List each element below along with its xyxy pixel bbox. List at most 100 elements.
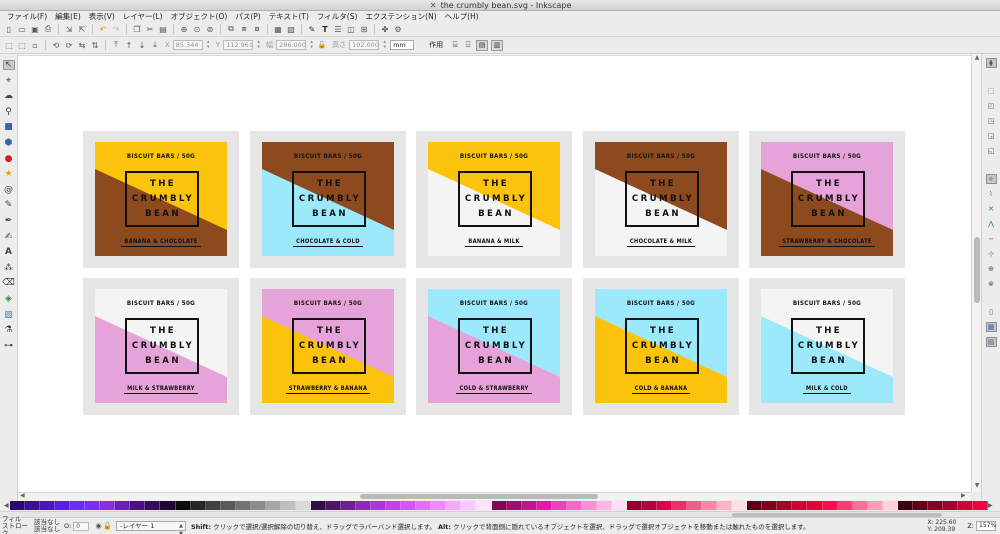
palette-swatch[interactable]	[85, 501, 101, 510]
label-design-tile[interactable]: BISCUIT BARS / 50G THE CRUMBLY BEAN CHOCOLAT…	[583, 131, 739, 268]
palette-swatch[interactable]	[431, 501, 447, 510]
palette-swatch[interactable]	[190, 501, 206, 510]
menu-filters[interactable]: フィルタ(S)	[313, 11, 361, 22]
palette-swatch[interactable]	[973, 501, 989, 510]
palette-swatch[interactable]	[10, 501, 26, 510]
palette-swatch[interactable]	[386, 501, 402, 510]
palette-swatch[interactable]	[371, 501, 387, 510]
palette-swatch[interactable]	[220, 501, 236, 510]
gradient-tool-icon[interactable]: ▨	[3, 310, 15, 320]
vertical-scrollbar[interactable]: ▲ ▼	[971, 54, 981, 492]
palette-swatch[interactable]	[175, 501, 191, 510]
layers-icon[interactable]: ☰	[333, 24, 343, 34]
palette-swatch[interactable]	[912, 501, 928, 510]
palette-swatch[interactable]	[325, 501, 342, 510]
palette-swatch[interactable]	[341, 501, 357, 510]
palette-swatch[interactable]	[250, 501, 266, 510]
lower-icon[interactable]: ↓	[137, 40, 147, 50]
label-design-tile[interactable]: BISCUIT BARS / 50G THE CRUMBLY BEAN COLD & S…	[416, 278, 572, 415]
label-design-tile[interactable]: BISCUIT BARS / 50G THE CRUMBLY BEAN BANANA &…	[83, 131, 239, 268]
palette-swatch[interactable]	[356, 501, 372, 510]
height-field[interactable]: 102.000	[349, 40, 380, 50]
vertical-scroll-thumb[interactable]	[974, 237, 980, 303]
palette-swatch[interactable]	[130, 501, 146, 510]
snap-bbox-center-icon[interactable]: ◱	[986, 146, 997, 156]
palette-swatch[interactable]	[777, 501, 793, 510]
ellipse-tool-icon[interactable]: ●	[3, 154, 15, 164]
snap-page-border-icon[interactable]: ▯	[986, 307, 997, 317]
fill-stroke-icon[interactable]: ✎	[307, 24, 317, 34]
drawing-canvas[interactable]: BISCUIT BARS / 50G THE CRUMBLY BEAN BANANA &…	[18, 56, 971, 492]
zoom-tool-icon[interactable]: ⚲	[3, 107, 15, 117]
snap-grid-icon[interactable]: ▦	[985, 322, 997, 332]
ungroup-icon[interactable]: ▧	[286, 24, 296, 34]
snap-bbox-corner-icon[interactable]: ◳	[986, 116, 997, 126]
import-icon[interactable]: ⇲	[64, 24, 74, 34]
calligraphy-tool-icon[interactable]: ✍	[3, 232, 15, 242]
undo-icon[interactable]: ↶	[98, 24, 108, 34]
scale-corners-icon[interactable]: ⌹	[463, 40, 473, 50]
snap-smooth-icon[interactable]: ∽	[986, 234, 997, 244]
x-spinner-icon[interactable]: ▴ ▾	[206, 40, 211, 50]
snap-bbox-edge-icon[interactable]: ◰	[986, 101, 997, 111]
paint-bucket-tool-icon[interactable]: ◈	[3, 294, 15, 304]
palette-swatch[interactable]	[145, 501, 161, 510]
palette-swatch[interactable]	[265, 501, 281, 510]
width-field[interactable]: 286.000	[276, 40, 307, 50]
palette-swatch[interactable]	[596, 501, 612, 510]
paste-icon[interactable]: ▤	[158, 24, 168, 34]
width-spinner-icon[interactable]: ▴ ▾	[309, 40, 314, 50]
flip-vertical-icon[interactable]: ⇅	[90, 40, 100, 50]
flip-horizontal-icon[interactable]: ⇆	[77, 40, 87, 50]
raise-to-top-icon[interactable]: ⤒	[111, 40, 121, 50]
spiral-tool-icon[interactable]: @	[3, 185, 15, 195]
deselect-icon[interactable]: ▫	[30, 40, 40, 50]
rotate-cw-icon[interactable]: ⟳	[64, 40, 74, 50]
menu-extensions[interactable]: エクステンション(N)	[361, 11, 440, 22]
palette-swatch[interactable]	[566, 501, 582, 510]
horizontal-scroll-thumb[interactable]	[360, 494, 598, 499]
zoom-selection-icon[interactable]: ⊕	[179, 24, 189, 34]
layer-visibility-icon[interactable]: ◉	[94, 522, 103, 530]
duplicate-icon[interactable]: ⧉	[226, 24, 236, 34]
unit-select[interactable]: mm	[390, 40, 415, 50]
palette-swatch[interactable]	[506, 501, 522, 510]
snap-center-icon[interactable]: ⊕	[986, 264, 997, 274]
3d-box-tool-icon[interactable]: ⬢	[3, 138, 15, 148]
palette-swatch[interactable]	[205, 501, 221, 510]
palette-swatch[interactable]	[957, 501, 973, 510]
menu-file[interactable]: ファイル(F)	[3, 11, 51, 22]
select-all-layers-icon[interactable]: ⬚	[17, 40, 27, 50]
preferences-icon[interactable]: ⚙	[393, 24, 403, 34]
palette-swatch[interactable]	[476, 501, 492, 510]
palette-swatch[interactable]	[867, 501, 883, 510]
current-layer-select[interactable]: -レイヤー 1 ▲ ▼	[116, 521, 186, 534]
snap-path-icon[interactable]: ⌇	[986, 189, 997, 199]
print-icon[interactable]: ⎙	[43, 24, 53, 34]
palette-swatch[interactable]	[310, 501, 326, 510]
label-design-tile[interactable]: BISCUIT BARS / 50G THE CRUMBLY BEAN STRAWBER…	[749, 131, 905, 268]
palette-swatch[interactable]	[807, 501, 823, 510]
unlink-clone-icon[interactable]: ⧇	[252, 24, 262, 34]
fill-stroke-values[interactable]: 該当なし 該当なし	[34, 519, 64, 533]
document-properties-icon[interactable]: ✤	[380, 24, 390, 34]
palette-swatch[interactable]	[401, 501, 417, 510]
node-tool-icon[interactable]: ⌖	[3, 76, 15, 86]
palette-swatch[interactable]	[611, 501, 627, 510]
palette-swatch[interactable]	[100, 501, 116, 510]
palette-swatch[interactable]	[762, 501, 778, 510]
align-distribute-icon[interactable]: ⊞	[359, 24, 369, 34]
palette-swatch[interactable]	[717, 501, 733, 510]
palette-swatch[interactable]	[822, 501, 838, 510]
snap-midpoint-icon[interactable]: ⊹	[986, 249, 997, 259]
export-icon[interactable]: ⇱	[77, 24, 87, 34]
palette-swatches[interactable]	[10, 501, 989, 510]
stroke-value[interactable]: 該当なし	[34, 526, 64, 533]
palette-swatch[interactable]	[70, 501, 86, 510]
save-icon[interactable]: ▣	[30, 24, 40, 34]
open-file-icon[interactable]: ▭	[17, 24, 27, 34]
palette-swatch[interactable]	[792, 501, 808, 510]
zoom-field[interactable]: 157%	[976, 521, 996, 531]
horizontal-scrollbar[interactable]: ◀ ▶	[18, 492, 971, 500]
copy-icon[interactable]: ❐	[132, 24, 142, 34]
